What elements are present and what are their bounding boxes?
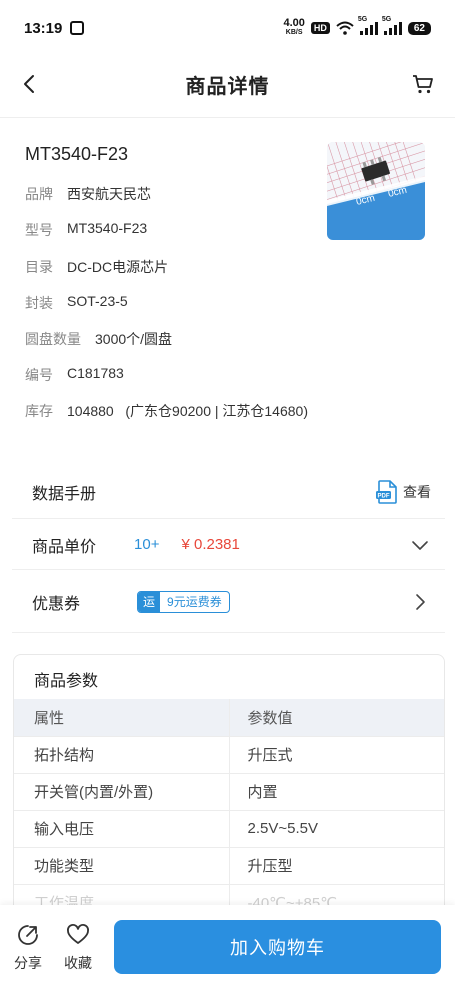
params-title: 商品参数 (34, 673, 99, 690)
datasheet-row: 数据手册 PDF 查看 (12, 465, 445, 519)
net-speed-unit: KB/S (285, 29, 303, 36)
cart-icon[interactable] (411, 72, 435, 96)
spec-value: SOT-23-5 (67, 293, 128, 309)
spec-stock: 库存 104880 (广东仓90200 | 江苏仓14680) (25, 401, 308, 421)
net-speed-value: 4.00 (283, 17, 305, 29)
table-header: 属性 参数值 (14, 699, 444, 737)
spec-key: 品牌 (25, 186, 53, 202)
params-table: 属性 参数值 拓扑结构 升压式 开关管(内置/外置) 内置 输入电压 2.5V~… (14, 699, 444, 922)
spec-value: 西安航天民芯 (67, 186, 151, 202)
spec-value: MT3540-F23 (67, 220, 148, 236)
coupon-tag[interactable]: 运 9元运费券 (137, 590, 230, 613)
share-button[interactable]: 分享 (8, 923, 48, 973)
signal-icon: 5G (358, 16, 378, 35)
share-label: 分享 (14, 955, 42, 971)
chevron-left-icon[interactable] (18, 72, 42, 96)
status-bar: 13:19 4.00 KB/S HD 5G 5G 62 (0, 0, 455, 56)
qty-tier: 10+ (134, 536, 160, 553)
product-image[interactable]: 0cm 0cm (327, 142, 425, 240)
spec-value: 104880 (广东仓90200 | 江苏仓14680) (67, 403, 308, 419)
param-value: 2.5V~5.5V (229, 810, 444, 848)
param-value: 升压型 (229, 847, 444, 885)
bottom-bar: 分享 收藏 加入购物车 (0, 905, 455, 1000)
param-name: 输入电压 (14, 810, 230, 848)
chevron-right-icon[interactable] (411, 593, 429, 611)
spec-reel-qty: 圆盘数量 3000个/圆盘 (25, 329, 172, 349)
spec-brand: 品牌 西安航天民芯 (25, 184, 151, 204)
heart-icon (67, 924, 89, 944)
svg-text:PDF: PDF (378, 493, 390, 499)
table-row: 开关管(内置/外置) 内置 (14, 773, 444, 811)
unit-price: ¥ 0.2381 (181, 536, 240, 553)
spec-code: 编号 C181783 (25, 365, 124, 385)
table-row: 功能类型 升压型 (14, 847, 444, 885)
product-name: MT3540-F23 (25, 144, 129, 164)
param-name: 开关管(内置/外置) (14, 773, 230, 811)
param-name: 功能类型 (14, 847, 230, 885)
spec-key: 封装 (25, 295, 53, 311)
datasheet-label: 数据手册 (32, 485, 97, 503)
share-icon (18, 925, 38, 945)
net-speed: 4.00 KB/S (283, 17, 305, 37)
status-icons: 4.00 KB/S HD 5G 5G 62 (283, 16, 431, 37)
spec-value: 3000个/圆盘 (95, 331, 173, 347)
param-value: 内置 (229, 773, 444, 811)
status-time: 13:19 (24, 19, 63, 37)
coupon-badge: 运 (138, 591, 161, 612)
signal-label: 5G (381, 16, 392, 23)
header-value: 参数值 (229, 699, 444, 737)
spec-model: 型号 MT3540-F23 (25, 220, 147, 240)
tv-icon (70, 21, 85, 35)
favorite-label: 收藏 (64, 955, 92, 971)
spec-key: 库存 (25, 403, 53, 419)
spec-key: 圆盘数量 (25, 331, 81, 347)
param-name: 拓扑结构 (14, 736, 230, 774)
spec-value: C181783 (67, 365, 124, 381)
table-row: 输入电压 2.5V~5.5V (14, 810, 444, 848)
add-to-cart-button[interactable]: 加入购物车 (114, 920, 441, 974)
spec-key: 目录 (25, 259, 53, 275)
signal-label: 5G (357, 16, 368, 23)
nav-bar: 商品详情 (0, 56, 455, 112)
view-label: 查看 (403, 483, 431, 500)
view-datasheet-button[interactable]: PDF 查看 (376, 479, 431, 504)
coupon-row[interactable]: 优惠券 运 9元运费券 (12, 571, 445, 633)
pdf-icon: PDF (376, 479, 397, 504)
spec-key: 型号 (25, 222, 53, 238)
spec-value: DC-DC电源芯片 (67, 259, 169, 275)
product-info: MT3540-F23 0cm 0cm 品牌 西安航天民芯 型号 MT3540-F… (0, 118, 455, 448)
coupon-text: 9元运费券 (167, 595, 222, 609)
price-row[interactable]: 商品单价 10+ ¥ 0.2381 (12, 520, 445, 570)
chevron-down-icon[interactable] (411, 536, 429, 554)
spec-key: 编号 (25, 367, 53, 383)
signal-icon: 5G (382, 16, 402, 35)
hd-icon: HD (310, 22, 330, 34)
header-attribute: 属性 (14, 699, 230, 737)
price-label: 商品单价 (32, 538, 97, 556)
spec-catalog: 目录 DC-DC电源芯片 (25, 257, 168, 277)
param-value: 升压式 (229, 736, 444, 774)
coupon-label: 优惠券 (32, 595, 81, 613)
chip-image: 0cm 0cm (327, 142, 425, 240)
battery-icon: 62 (407, 21, 431, 35)
table-row: 拓扑结构 升压式 (14, 736, 444, 774)
favorite-button[interactable]: 收藏 (58, 923, 98, 973)
wifi-icon (336, 21, 354, 35)
page-title: 商品详情 (185, 75, 270, 98)
spec-package: 封装 SOT-23-5 (25, 293, 128, 313)
